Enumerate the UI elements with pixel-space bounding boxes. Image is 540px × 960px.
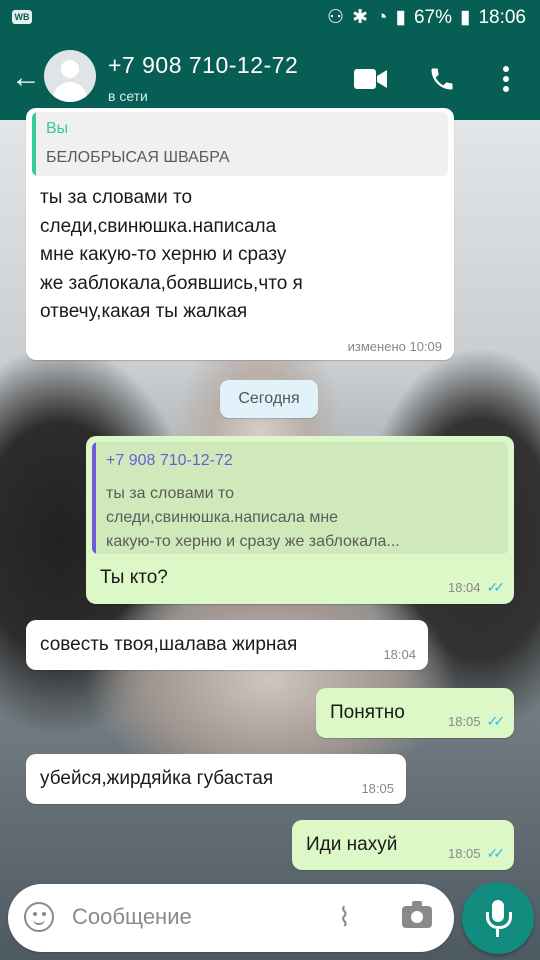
incoming-message[interactable]: убейся,жирдяйка губастая 18:05 [26, 754, 406, 804]
read-ticks-icon: ✓✓ [486, 713, 506, 729]
phone-icon[interactable] [428, 65, 456, 93]
read-ticks-icon: ✓✓ [486, 845, 506, 861]
sim-icon: ⚇ [327, 7, 345, 28]
message-time: 18:05 ✓✓ [447, 845, 506, 861]
quote-author: Вы [46, 120, 69, 137]
outgoing-message[interactable]: +7 908 710-12-72 ты за словами то следи,… [86, 436, 514, 604]
attach-icon[interactable]: ⌇ [338, 902, 351, 933]
app-badge: WB [12, 10, 32, 24]
message-text: ты за словами то следи,свинюшка.написала… [40, 187, 303, 322]
wifi-icon: ◔ [376, 6, 388, 28]
mic-button[interactable] [462, 882, 534, 954]
back-arrow-icon[interactable]: ← [8, 60, 44, 96]
video-call-icon[interactable] [354, 68, 388, 90]
camera-icon[interactable] [402, 901, 432, 928]
quoted-message[interactable]: Вы БЕЛОБРЫСАЯ ШВАБРА [32, 112, 448, 176]
contact-name[interactable]: +7 908 710-12-72 [108, 52, 298, 79]
quote-author: +7 908 710-12-72 [106, 452, 233, 469]
message-text: совесть твоя,шалава жирная [40, 634, 298, 655]
message-time: 18:05 ✓✓ [447, 713, 506, 729]
message-input[interactable]: Сообщение [72, 904, 192, 930]
status-bar: WB ⚇ ✱ ◔ ▮ 67% ▮ 18:06 [0, 0, 540, 38]
signal-icon: ▮ [395, 7, 406, 28]
contact-status: в сети [108, 88, 148, 104]
battery-level: 67% [413, 6, 452, 28]
read-ticks-icon: ✓✓ [486, 579, 506, 595]
avatar[interactable] [44, 50, 96, 102]
message-text: Понятно [330, 702, 405, 723]
battery-icon: ▮ [459, 7, 471, 28]
message-time: 18:04 ✓✓ [447, 579, 506, 595]
message-text: убейся,жирдяйка губастая [40, 768, 274, 789]
message-time: изменено 10:09 [347, 339, 442, 354]
message-time: 18:05 [361, 781, 394, 796]
message-composer: Сообщение ⌇ [8, 884, 454, 952]
quote-text: ты за словами то следи,свинюшка.написала… [106, 485, 400, 550]
incoming-message[interactable]: совесть твоя,шалава жирная 18:04 [26, 620, 428, 670]
message-text: Иди нахуй [306, 834, 398, 855]
date-divider: Сегодня [220, 380, 318, 418]
outgoing-message[interactable]: Иди нахуй 18:05 ✓✓ [292, 820, 514, 870]
more-vert-icon[interactable] [500, 65, 512, 93]
emoji-icon[interactable] [24, 902, 54, 932]
message-text: Ты кто? [100, 567, 168, 588]
incoming-message[interactable]: Вы БЕЛОБРЫСАЯ ШВАБРА ты за словами то сл… [26, 108, 454, 360]
message-time: 18:04 [383, 647, 416, 662]
quote-text: БЕЛОБРЫСАЯ ШВАБРА [46, 149, 230, 166]
clock: 18:06 [478, 6, 526, 28]
bluetooth-icon: ✱ [352, 7, 368, 28]
quoted-message[interactable]: +7 908 710-12-72 ты за словами то следи,… [92, 442, 508, 554]
outgoing-message[interactable]: Понятно 18:05 ✓✓ [316, 688, 514, 738]
